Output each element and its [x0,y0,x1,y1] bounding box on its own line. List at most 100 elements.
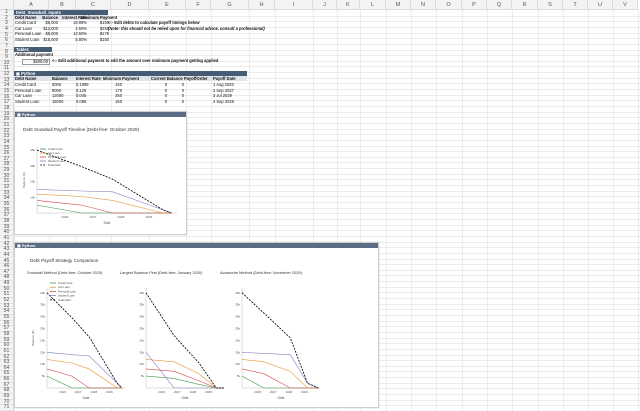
y-tick-label: 15k [235,350,240,354]
column-header[interactable]: P [462,0,487,10]
python-cell[interactable]: 8000 [52,88,61,93]
inputs-cell[interactable]: $250 [81,26,109,31]
comparison-chart-title: Snowball Method (Debt-free: October 2029… [27,270,103,275]
python-cell[interactable]: 150 [108,82,122,87]
grid-col-line [512,10,513,411]
x-tick-label: 2028 [118,215,125,219]
column-header[interactable]: A [14,0,49,10]
inputs-cell[interactable]: $150 [81,37,109,42]
column-header[interactable]: S [538,0,563,10]
x-tick-label: 2027 [75,390,82,394]
comparison-xlabel: Date [278,396,285,400]
inputs-cell[interactable]: $150 [81,20,109,25]
column-header[interactable]: J [313,0,337,10]
inputs-cell[interactable]: $8,000 [31,32,58,36]
y-tick-label: 10k [30,195,35,199]
column-header[interactable]: N [411,0,436,10]
column-header[interactable]: R [512,0,538,10]
x-tick-label: 2027 [90,215,97,219]
x-tick-label: 2026 [254,390,261,394]
python-cell[interactable]: Credit Card [15,82,36,87]
y-tick-label: 10k [40,362,45,366]
column-header[interactable]: B [49,0,76,10]
column-header[interactable]: K [337,0,360,10]
python-cell[interactable]: Student Loan [15,99,39,104]
y-tick-label: 20k [30,180,35,184]
x-tick-label: 2026 [62,215,69,219]
python-cell[interactable]: 150 [108,99,122,104]
python-cell[interactable]: 0.045 [76,94,86,98]
python-cell[interactable]: 2 Sep 2027 [213,88,234,93]
column-header[interactable]: V [613,0,638,10]
spreadsheet[interactable]: ABCDEFGHIJKLMNOPQRSTUV 1 2 3 4 5 6 7 8 9 10 11 12 13… [0,0,640,411]
column-header[interactable]: E [149,0,186,10]
grid-row-line [14,106,640,107]
grid-col-line [436,10,437,411]
column-header[interactable]: T [563,0,588,10]
python-cell[interactable]: 0 [170,99,184,104]
python-cell[interactable]: 3 Jul 2029 [213,94,232,98]
column-header[interactable]: I [275,0,313,10]
python-cell[interactable]: 15000 [52,99,63,104]
python-cell[interactable]: 12000 [52,94,63,98]
x-tick-label: 2028 [90,390,97,394]
inputs-cell[interactable]: $15,000 [31,37,58,42]
x-tick-label: 2029 [205,390,212,394]
comparison-xlabel: Date [83,396,90,400]
grid-row-line [14,235,640,237]
python-cell[interactable]: 0.1999 [76,82,89,87]
additional-payment-label: Additional payment [15,52,53,57]
column-header[interactable]: Q [487,0,512,10]
additional-payment-input[interactable]: $200.00 [22,59,50,66]
python-cell[interactable]: Personal Loan [15,88,41,93]
series-line-total-debt [46,292,123,389]
python-header-cell: Current Balance [151,76,183,81]
strategy-comparison-chart-panel[interactable]: ▣ Python Debt Payoff Strategy Comparison… [14,242,379,408]
python-cell[interactable]: 0 [170,82,184,87]
row-header[interactable]: 71 [0,405,14,411]
column-header[interactable]: L [360,0,386,10]
payoff-timeline-chart-panel[interactable]: ▣ Python Debt Snowball Payoff Timeline (… [14,111,187,235]
inputs-cell[interactable]: $175 [81,32,109,36]
python-cell[interactable]: 0 [170,88,184,93]
inputs-cell[interactable]: $5,000 [31,20,58,25]
column-header[interactable]: H [249,0,275,10]
y-tick-label: 30k [235,315,240,319]
grid-col-line [386,10,387,411]
python-cell[interactable]: 0 [153,88,167,93]
column-header[interactable]: O [436,0,462,10]
y-tick-label: 25k [235,326,240,330]
python-cell[interactable]: Car Loan [15,94,32,98]
chart1-title: Debt Snowball Payoff Timeline (Debt-free… [23,127,140,132]
python-cell[interactable]: 5000 [52,82,61,87]
series-line-credit-card [46,375,122,389]
python-cell[interactable]: 4 Sep 2029 [213,99,234,104]
grid-col-line [538,10,539,411]
python-cell[interactable]: 0.058 [76,99,86,104]
series-line-personal-loan [46,368,122,389]
python-cell[interactable]: 1 Aug 2026 [213,82,234,87]
inputs-cell[interactable]: Car Loan [15,26,32,31]
column-header[interactable]: F [186,0,211,10]
python-cell[interactable]: 0 [153,94,167,98]
inputs-note-2: (Note: this should not be relied upon fo… [108,26,265,31]
python-cell[interactable]: 0 [170,94,184,98]
python-cell[interactable]: 250 [108,94,122,98]
column-header[interactable]: M [386,0,411,10]
python-cell[interactable]: 0 [153,82,167,87]
column-header[interactable]: D [111,0,149,10]
python-cell[interactable]: 0.125 [76,88,86,93]
x-tick-label: 2027 [174,390,181,394]
inputs-note-1: <-- Edit debts to calculate payoff timin… [108,20,200,25]
y-tick-label: 35k [40,303,45,307]
column-header[interactable]: U [588,0,613,10]
payoff-timeline-chart: Debt Snowball Payoff Timeline (Debt-free… [22,127,177,225]
python-cell[interactable]: 175 [108,88,122,93]
column-header[interactable]: G [211,0,249,10]
python-cell[interactable]: 0 [153,99,167,104]
column-header[interactable]: C [76,0,111,10]
series-line-car-loan [46,359,122,389]
grid-col-line [638,10,639,411]
inputs-cell[interactable]: $12,000 [31,26,58,31]
y-tick-label: 40k [235,291,240,295]
